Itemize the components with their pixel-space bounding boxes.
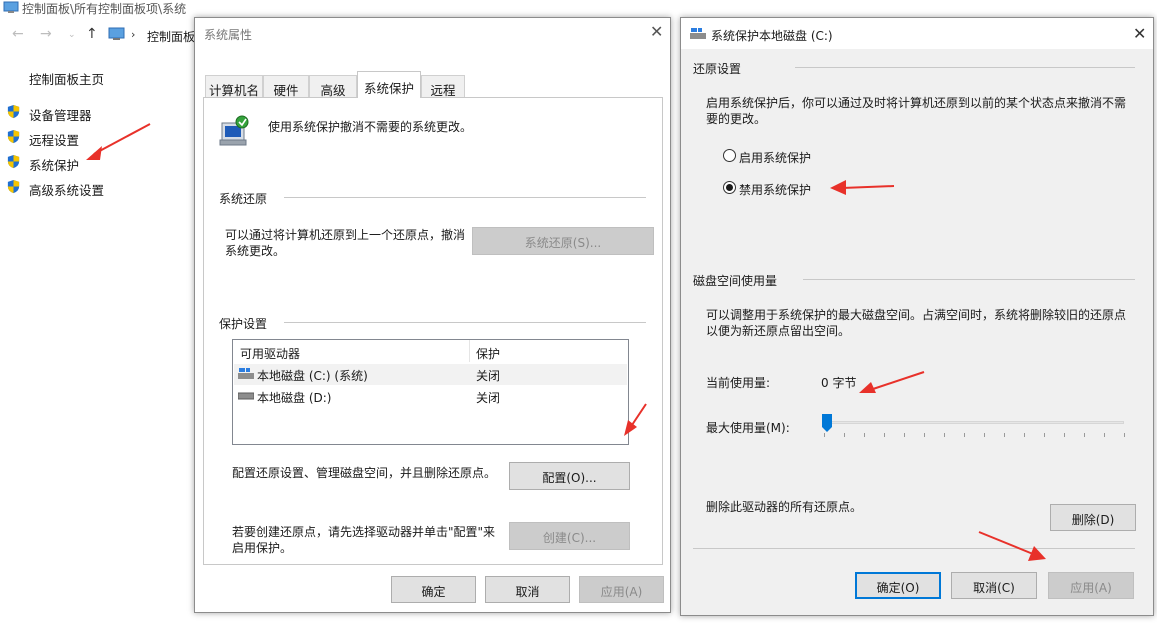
table-row[interactable]: 本地磁盘 (D:) 关闭 [234,386,627,407]
shield-icon [7,179,20,194]
drives-table: 可用驱动器 保护 本地磁盘 (C:) (系统) 关闭 本地磁盘 (D:) 关闭 [232,339,629,445]
sidebar-item-device-manager[interactable]: 设备管理器 [29,105,92,124]
restore-group-label: 系统还原 [219,192,268,206]
restore-settings-label: 还原设置 [693,62,742,76]
forward-arrow-icon[interactable]: → [40,26,52,42]
drive-name: 本地磁盘 (C:) (系统) [257,369,368,383]
current-usage-label: 当前使用量: [706,376,771,390]
computer-icon [108,27,126,45]
intro-text: 使用系统保护撤消不需要的系统更改。 [268,120,473,134]
max-usage-label: 最大使用量(M): [706,421,790,435]
nav-bar: ← → ⌄ ↑ › 控制面板 [10,26,200,44]
slider-tick [904,433,905,437]
apply-button[interactable]: 应用(A) [1048,572,1134,599]
close-icon[interactable]: ✕ [1133,24,1146,43]
cancel-button[interactable]: 取消 [485,576,570,603]
protection-group-label: 保护设置 [219,317,268,331]
drive-icon [238,392,254,400]
ok-button[interactable]: 确定(O) [855,572,941,599]
slider-tick [964,433,965,437]
slider-thumb[interactable] [822,414,832,432]
configure-text: 配置还原设置、管理磁盘空间，并且删除还原点。 [232,466,497,480]
protection-status: 关闭 [476,391,501,405]
drive-name: 本地磁盘 (D:) [257,391,332,405]
system-restore-button[interactable]: 系统还原(S)... [472,227,654,255]
disk-desc-line2: 以便为新还原点留出空间。 [706,324,851,338]
apply-button[interactable]: 应用(A) [579,576,664,603]
table-row[interactable]: 本地磁盘 (C:) (系统) 关闭 [234,364,627,385]
dialog-title: 系统属性 [204,28,253,42]
control-panel-home-link[interactable]: 控制面板主页 [29,69,104,88]
slider-tick [884,433,885,437]
restore-text-line1: 可以通过将计算机还原到上一个还原点，撤消 [225,228,466,242]
computer-icon [3,1,19,13]
chevron-down-icon[interactable]: ⌄ [68,30,76,40]
radio-enable-label[interactable]: 启用系统保护 [739,149,811,166]
restore-text-line2: 系统更改。 [225,244,286,258]
system-properties-dialog: 系统属性 ✕ 计算机名 硬件 高级 系统保护 远程 使用系统保护撤消不需要的系统… [194,17,671,613]
breadcrumb[interactable]: 控制面板 [147,28,195,45]
delete-text: 删除此驱动器的所有还原点。 [706,500,863,514]
disk-usage-label: 磁盘空间使用量 [693,274,778,288]
disk-protection-dialog: 系统保护本地磁盘 (C:) ✕ 还原设置 启用系统保护后，你可以通过及时将计算机… [680,17,1154,616]
window-title: 控制面板\所有控制面板项\系统 [22,2,187,16]
column-header-protection[interactable]: 保护 [476,345,500,362]
radio-enable[interactable] [723,149,736,162]
tab-system-protection[interactable]: 系统保护 [357,71,421,98]
column-header-drives[interactable]: 可用驱动器 [240,345,300,362]
restore-desc-line2: 要的更改。 [706,112,767,126]
sidebar-item-remote-settings[interactable]: 远程设置 [29,130,79,149]
system-protection-icon [217,114,251,148]
slider-tick [1084,433,1085,437]
slider-tick [864,433,865,437]
slider-track [824,421,1124,424]
slider-tick [1024,433,1025,437]
tab-hardware[interactable]: 硬件 [263,75,309,98]
slider-tick [844,433,845,437]
system-drive-icon [690,28,706,39]
current-usage-value: 0 字节 [821,376,857,390]
radio-disable-label[interactable]: 禁用系统保护 [739,181,811,198]
sidebar-item-advanced-settings[interactable]: 高级系统设置 [29,180,104,199]
tab-computer-name[interactable]: 计算机名 [205,75,263,98]
create-text-line1: 若要创建还原点，请先选择驱动器并单击"配置"来 [232,525,496,539]
tab-advanced[interactable]: 高级 [309,75,357,98]
slider-tick [1124,433,1125,437]
slider-tick [1104,433,1105,437]
shield-icon [7,154,20,169]
slider-tick [1044,433,1045,437]
up-arrow-icon[interactable]: ↑ [86,26,98,42]
slider-tick [984,433,985,437]
restore-desc-line1: 启用系统保护后，你可以通过及时将计算机还原到以前的某个状态点来撤消不需 [706,96,1127,110]
disk-desc-line1: 可以调整用于系统保护的最大磁盘空间。占满空间时，系统将删除较旧的还原点 [706,308,1127,322]
slider-tick [1004,433,1005,437]
chevron-right-icon: › [131,28,136,41]
cancel-button[interactable]: 取消(C) [951,572,1037,599]
tab-panel: 使用系统保护撤消不需要的系统更改。 系统还原 可以通过将计算机还原到上一个还原点… [203,97,663,565]
tab-remote[interactable]: 远程 [421,75,465,98]
slider-tick [1064,433,1065,437]
configure-button[interactable]: 配置(O)... [509,462,630,490]
system-drive-icon [238,368,254,379]
shield-icon [7,129,20,144]
annotation-arrow [86,123,151,160]
max-usage-slider[interactable] [821,413,1126,441]
slider-tick [924,433,925,437]
back-arrow-icon[interactable]: ← [12,26,24,42]
create-text-line2: 启用保护。 [232,541,293,555]
dialog-title: 系统保护本地磁盘 (C:) [711,29,833,43]
slider-tick [944,433,945,437]
ok-button[interactable]: 确定 [391,576,476,603]
delete-button[interactable]: 删除(D) [1050,504,1136,531]
radio-disable[interactable] [723,181,736,194]
slider-tick [824,433,825,437]
close-icon[interactable]: ✕ [650,22,663,41]
sidebar-item-system-protection[interactable]: 系统保护 [29,155,79,174]
create-button[interactable]: 创建(C)... [509,522,630,550]
shield-icon [7,104,20,119]
protection-status: 关闭 [476,369,501,383]
